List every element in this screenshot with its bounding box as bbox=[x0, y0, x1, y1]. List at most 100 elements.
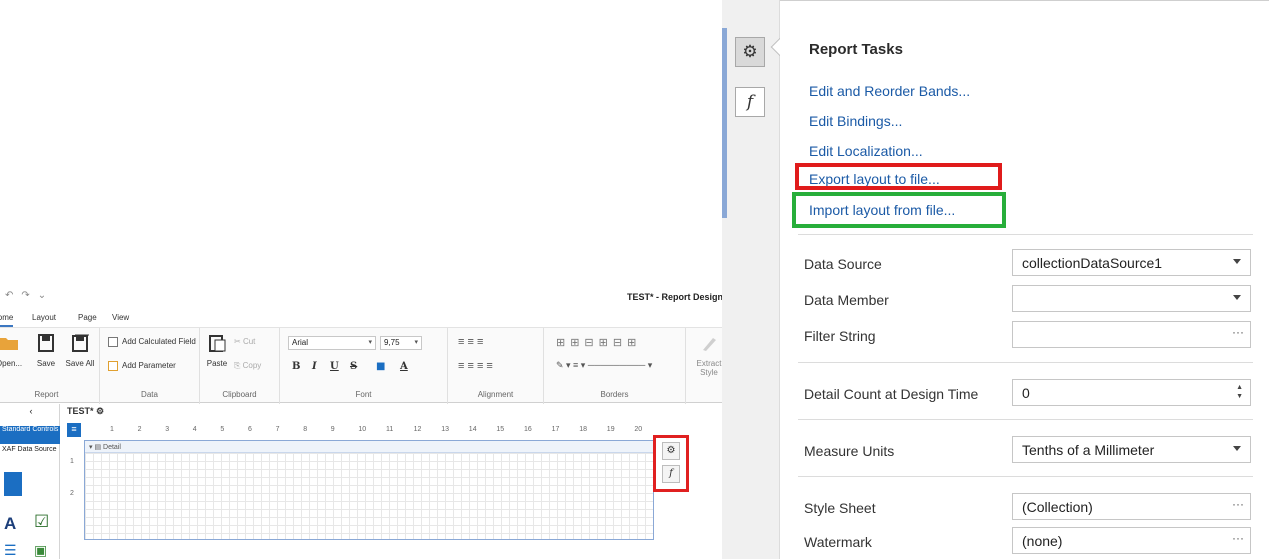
separator bbox=[798, 362, 1253, 363]
function-icon[interactable]: f bbox=[735, 87, 765, 117]
ribbon-tabs: Home Layout Page View bbox=[0, 309, 728, 327]
save-all-icon bbox=[72, 334, 89, 352]
tab-view[interactable]: View bbox=[112, 313, 129, 322]
underline-button[interactable]: U bbox=[330, 361, 339, 372]
selection-bar bbox=[722, 28, 727, 218]
import-highlight-box bbox=[792, 192, 1006, 228]
gear-icon[interactable]: ⚙ bbox=[735, 37, 765, 67]
tab-home[interactable]: Home bbox=[0, 313, 14, 327]
edit-localization-link[interactable]: Edit Localization... bbox=[809, 143, 923, 159]
data-member-dropdown[interactable] bbox=[1012, 285, 1251, 312]
prop-label-data-member: Data Member bbox=[804, 292, 889, 308]
border-side-icons[interactable]: ⊞⊞⊟⊞⊟⊞ bbox=[556, 336, 641, 349]
picture-tool-icon[interactable]: ▣ bbox=[34, 542, 47, 559]
spin-arrows-icon[interactable]: ▲ ▼ bbox=[1236, 383, 1243, 401]
smart-tag-highlight: ⚙ f bbox=[653, 435, 689, 492]
label-tool-icon[interactable]: A bbox=[4, 514, 16, 534]
font-name-combo[interactable]: Arial ▾ bbox=[288, 336, 376, 350]
ribbon-group-report: Open... Save Save All Report bbox=[0, 328, 100, 404]
detail-count-spinner[interactable]: 0 ▲ ▼ bbox=[1012, 379, 1251, 406]
pointer-tool[interactable] bbox=[4, 472, 22, 496]
save-all-button[interactable]: Save All bbox=[64, 334, 96, 368]
prop-label-measure-units: Measure Units bbox=[804, 443, 895, 459]
ruler-mark: 18 bbox=[579, 426, 587, 433]
ribbon: Open... Save Save All Report Add Calcula… bbox=[0, 327, 728, 404]
border-style-controls[interactable]: ✎ ▾ ≡ ▾ ───────── ▾ bbox=[556, 360, 652, 371]
ruler-mark: 5 bbox=[220, 426, 225, 433]
add-calculated-field-button[interactable]: Add Calculated Field bbox=[108, 337, 196, 347]
report-tasks-panel: Report Tasks Edit and Reorder Bands... E… bbox=[780, 0, 1269, 559]
open-button[interactable]: Open... bbox=[0, 334, 24, 368]
align-horizontal-icons[interactable]: ≡ ≡ ≡ ≡ bbox=[458, 360, 493, 372]
paste-button[interactable]: Paste bbox=[204, 334, 230, 368]
strikeout-button[interactable]: S bbox=[350, 361, 357, 372]
horizontal-ruler: 1 2 3 4 5 6 7 8 9 10 11 12 13 14 15 16 17 18 19 20 bbox=[84, 424, 654, 438]
toolbox-standard-controls[interactable]: Standard Controls bbox=[0, 426, 60, 444]
copy-button[interactable]: ⎘ Copy bbox=[234, 361, 261, 371]
chevron-down-icon bbox=[1233, 446, 1241, 451]
ruler-mark: 16 bbox=[524, 426, 532, 433]
bold-button[interactable]: B bbox=[292, 361, 300, 372]
background-color-icon[interactable]: ■ bbox=[376, 361, 385, 372]
ruler-mark: 11 bbox=[386, 426, 394, 433]
edit-bindings-link[interactable]: Edit Bindings... bbox=[809, 113, 902, 129]
italic-button[interactable]: I bbox=[312, 361, 317, 372]
prop-label-filter-string: Filter String bbox=[804, 328, 876, 344]
ribbon-group-data: Add Calculated Field Add Parameter Data bbox=[100, 328, 200, 404]
ellipsis-icon[interactable]: ··· bbox=[1232, 531, 1244, 545]
hamburger-menu-icon[interactable]: ≡ bbox=[67, 423, 81, 437]
export-highlight-box bbox=[795, 163, 1002, 190]
separator bbox=[798, 476, 1253, 477]
group-caption-borders: Borders bbox=[600, 390, 629, 399]
ruler-mark: 1 bbox=[110, 426, 114, 433]
gear-icon[interactable]: ⚙ bbox=[662, 442, 680, 460]
fore-color-button[interactable]: A bbox=[400, 361, 408, 372]
chevron-down-icon: ▾ bbox=[368, 339, 372, 346]
ribbon-group-borders: ⊞⊞⊟⊞⊟⊞ ✎ ▾ ≡ ▾ ───────── ▾ Borders bbox=[544, 328, 686, 404]
watermark-editor[interactable]: (none) ··· bbox=[1012, 527, 1251, 554]
gear-icon: ⚙ bbox=[96, 406, 105, 416]
document-tab[interactable]: TEST* ⚙ bbox=[67, 406, 104, 417]
edit-reorder-bands-link[interactable]: Edit and Reorder Bands... bbox=[809, 83, 970, 99]
ellipsis-icon[interactable]: ··· bbox=[1232, 497, 1244, 511]
tab-page[interactable]: Page bbox=[78, 313, 97, 322]
ruler-mark: 7 bbox=[275, 426, 280, 433]
detail-band[interactable]: ▾ ▤ Detail bbox=[84, 440, 654, 540]
data-source-dropdown[interactable]: collectionDataSource1 bbox=[1012, 249, 1251, 276]
ribbon-group-clipboard: Paste ✂ Cut ⎘ Copy Clipboard bbox=[200, 328, 280, 404]
ruler-mark: 19 bbox=[606, 426, 615, 433]
ruler-mark: 6 bbox=[248, 426, 252, 433]
ruler-mark: 17 bbox=[551, 426, 560, 433]
toolbox-back-button[interactable]: ‹ bbox=[0, 407, 60, 416]
designer-title-bar: ↶↷⌄ TEST* - Report Design bbox=[0, 283, 728, 307]
font-size-combo[interactable]: 9,75 ▾ bbox=[380, 336, 422, 350]
panel-title: Report Tasks bbox=[809, 41, 903, 58]
separator bbox=[798, 234, 1253, 235]
chevron-down-icon bbox=[1233, 259, 1241, 264]
tab-layout[interactable]: Layout bbox=[32, 313, 56, 322]
checkbox-tool-icon[interactable]: ☑ bbox=[34, 512, 49, 532]
quick-access-icons[interactable]: ↶↷⌄ bbox=[5, 290, 54, 301]
save-icon bbox=[38, 334, 54, 352]
copy-icon: ⎘ bbox=[234, 361, 243, 370]
save-button[interactable]: Save bbox=[32, 334, 60, 368]
ruler-mark: 9 bbox=[330, 426, 335, 433]
ribbon-group-font: Arial ▾ 9,75 ▾ B I U S ■ A Font bbox=[280, 328, 448, 404]
align-top-icons[interactable]: ≡ ≡ ≡ bbox=[458, 336, 483, 348]
filter-string-editor[interactable]: ··· bbox=[1012, 321, 1251, 348]
ruler-mark: 2 bbox=[137, 426, 142, 433]
design-surface[interactable]: ≡ 1 2 3 4 5 6 7 8 9 10 11 12 13 14 15 16 17 18 19 20 1 2 ▾ … bbox=[66, 422, 656, 559]
toolbox-xaf-data-source[interactable]: XAF Data Source bbox=[0, 446, 60, 464]
paste-icon bbox=[209, 335, 226, 352]
prop-label-detail-count: Detail Count at Design Time bbox=[804, 386, 979, 402]
ribbon-group-alignment: ≡ ≡ ≡ ≡ ≡ ≡ ≡ Alignment bbox=[448, 328, 544, 404]
cut-button[interactable]: ✂ Cut bbox=[234, 337, 255, 346]
measure-units-dropdown[interactable]: Tenths of a Millimeter bbox=[1012, 436, 1251, 463]
extract-style-button[interactable]: Extract Style bbox=[692, 334, 726, 377]
add-parameter-button[interactable]: Add Parameter bbox=[108, 361, 176, 371]
group-caption-report: Report bbox=[34, 390, 59, 399]
function-icon[interactable]: f bbox=[662, 465, 680, 483]
style-sheet-editor[interactable]: (Collection) ··· bbox=[1012, 493, 1251, 520]
ellipsis-icon[interactable]: ··· bbox=[1232, 325, 1244, 339]
richtext-tool-icon[interactable]: ☰ bbox=[4, 542, 17, 559]
